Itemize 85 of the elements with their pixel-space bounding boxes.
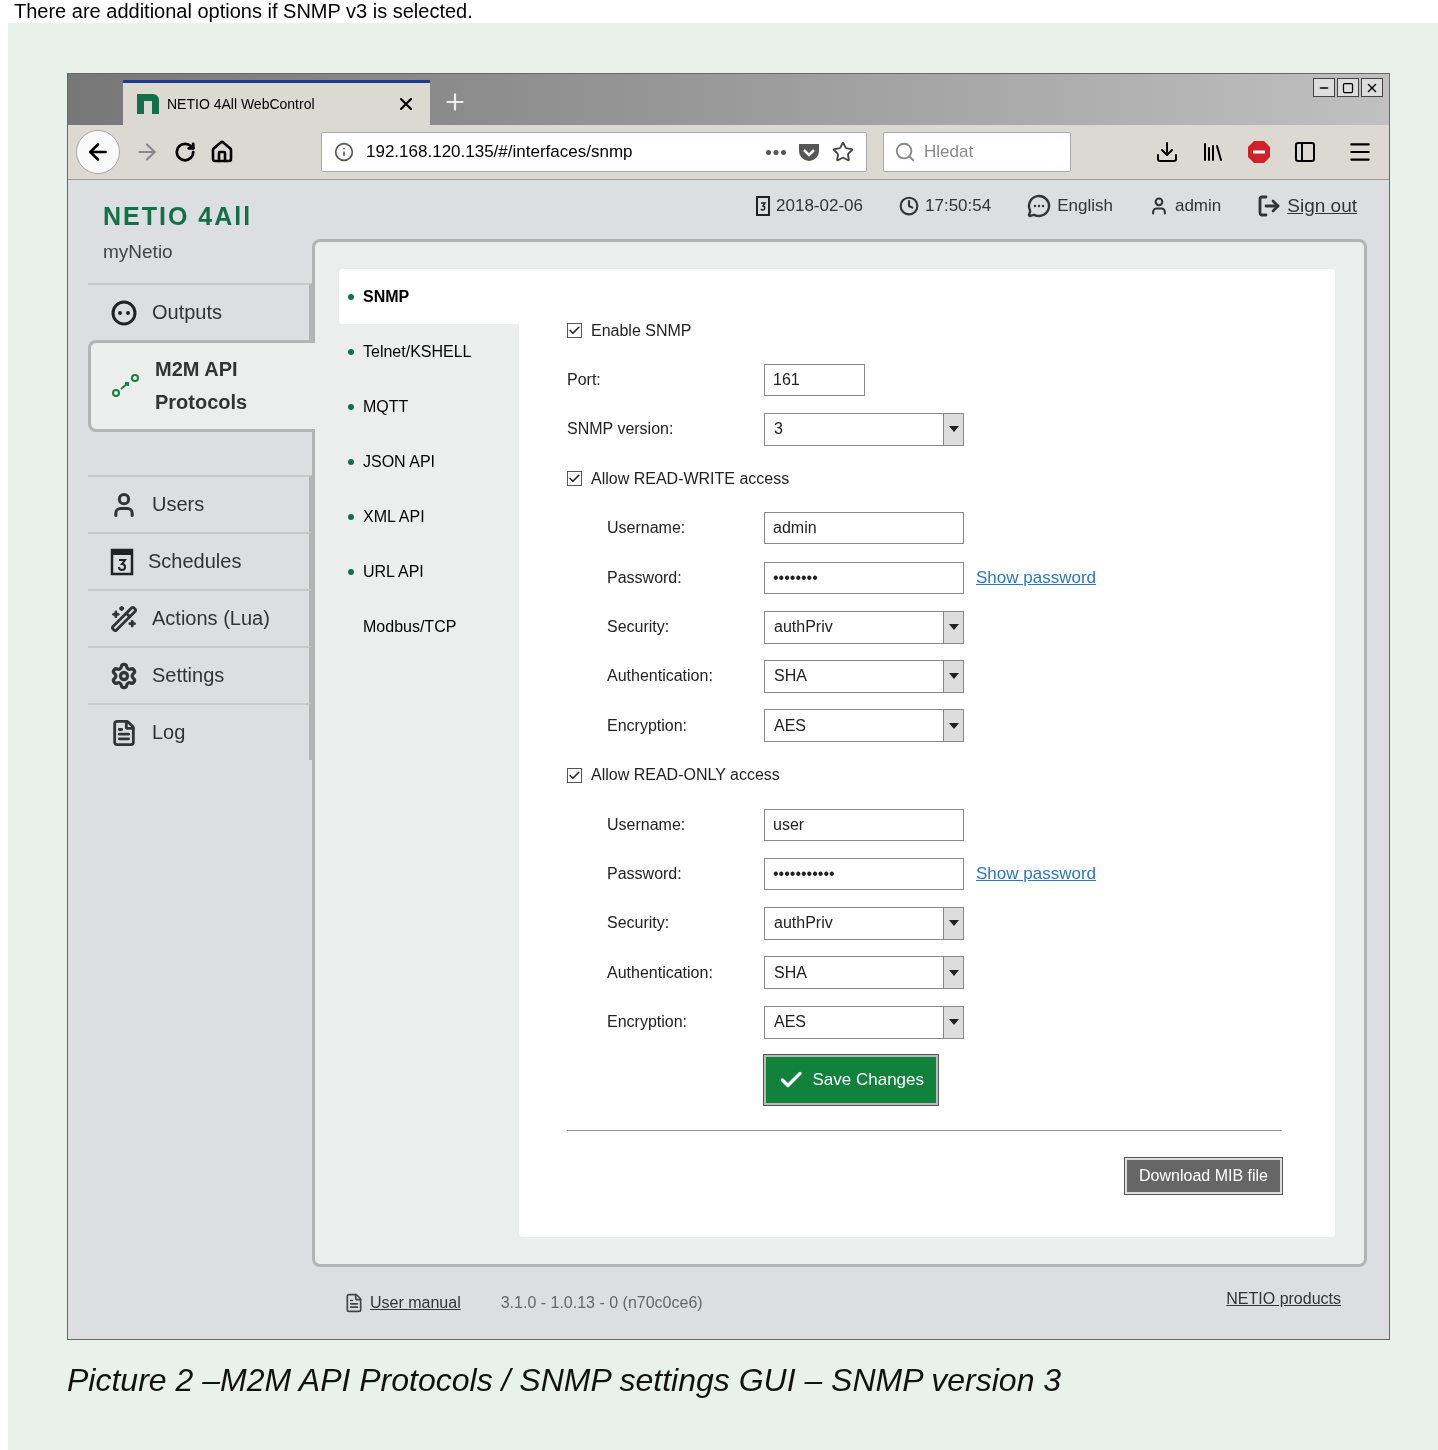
select-field[interactable]: SHA [764,956,964,990]
pocket-icon [798,142,820,162]
sidebar-item[interactable]: M2M API Protocols [88,340,315,432]
logo: NETIO 4All [103,202,254,231]
submenu-item[interactable]: JSON API [339,434,519,489]
checkbox-label: Enable SNMP [591,321,692,340]
language-selector[interactable]: English [1057,195,1113,216]
text-field[interactable]: user [764,808,964,841]
checkbox[interactable] [567,323,582,339]
intro-text: There are additional options if SNMP v3 is selected. [13,0,474,23]
magic-wand-icon [110,604,138,633]
more-icon [766,149,786,155]
field-label: Security: [607,618,671,637]
user-manual-link[interactable]: User manual [370,1294,461,1312]
library-icon [1201,140,1225,164]
field-label: SNMP version: [567,420,675,439]
select-field[interactable]: SHA [764,659,964,693]
version-text: 3.1.0 - 1.0.13 - 0 (n70c0ce6) [500,1294,703,1312]
info-icon [334,142,354,162]
document-icon [110,718,138,747]
submenu-item[interactable]: Telnet/KSHELL [339,324,519,379]
connection-icon [111,372,141,400]
save-button[interactable]: Save Changes [764,1054,938,1105]
date-text: 2018-02-06 [776,195,863,216]
password-field[interactable]: ••••••••••• [764,858,964,890]
settings-icon [110,661,138,690]
logo-icon [137,94,159,114]
socket-icon [110,298,138,327]
sign-out-link[interactable]: Sign out [1287,194,1357,217]
checkbox-label: Allow READ-ONLY access [591,766,780,785]
select-field[interactable]: AES [764,709,964,743]
text-field[interactable]: admin [764,512,964,545]
select-field[interactable]: authPriv [764,610,964,644]
submenu-item[interactable]: XML API [339,489,519,544]
star-icon [832,141,854,163]
reload-icon [174,141,196,163]
caption: Picture 2 –M2M API Protocols / SNMP settings GUI – SNMP version 3 [67,1362,1063,1399]
field-label: Encryption: [607,1013,689,1032]
field-label: Security: [607,914,671,933]
document-icon [344,1293,364,1313]
checkbox-label: Allow READ-WRITE access [591,469,790,488]
field-label: Encryption: [607,716,689,735]
field-label: Password: [607,568,683,587]
products-link[interactable]: NETIO products [1226,1290,1341,1308]
home-icon [210,140,234,164]
calendar-icon [110,547,134,576]
speech-bubble-icon [1027,193,1052,218]
field-label: Authentication: [607,667,714,686]
calendar-icon [756,195,771,216]
password-field[interactable]: •••••••• [764,561,964,594]
show-password-link[interactable]: Show password [976,567,1096,588]
select-field[interactable]: authPriv [764,906,964,940]
subtitle: myNetio [103,241,174,263]
back-button[interactable] [76,130,120,174]
select-field[interactable]: 3 [764,412,964,446]
download-icon [1155,140,1179,164]
field-label: Port: [567,371,602,390]
field-label: Password: [607,865,683,883]
submenu-item[interactable]: URL API [339,544,519,599]
maximize-button[interactable] [1337,78,1359,97]
download-button[interactable]: Download MIB file [1125,1157,1282,1194]
sign-out-icon [1257,193,1282,218]
select-field[interactable]: AES [764,1005,964,1039]
search-icon [894,141,916,163]
checkbox[interactable] [567,767,582,783]
checkbox[interactable] [567,471,582,487]
minimize-button[interactable] [1313,78,1335,97]
field-label: Authentication: [607,963,714,982]
clock-icon [899,195,919,216]
username-text: admin [1174,195,1222,216]
adblock-icon [1247,140,1271,164]
submenu-item[interactable]: Modbus/TCP [339,599,519,654]
submenu-item[interactable]: SNMP [339,269,519,324]
port-field[interactable]: 161 [764,364,865,397]
field-label: Username: [607,815,687,834]
address-bar[interactable]: 192.168.120.135/#/interfaces/snmp [321,132,867,172]
sidebar-icon [1293,140,1317,164]
time-text: 17:50:54 [925,195,992,216]
search-field[interactable]: Hledat [883,132,1071,172]
field-label: Username: [607,519,687,538]
maximize-icon [1342,81,1354,94]
browser-tab[interactable]: NETIO 4All WebControl [123,80,430,126]
close-button[interactable] [1361,78,1383,97]
submenu-item[interactable]: MQTT [339,379,519,434]
show-password-link[interactable]: Show password [976,864,1096,884]
